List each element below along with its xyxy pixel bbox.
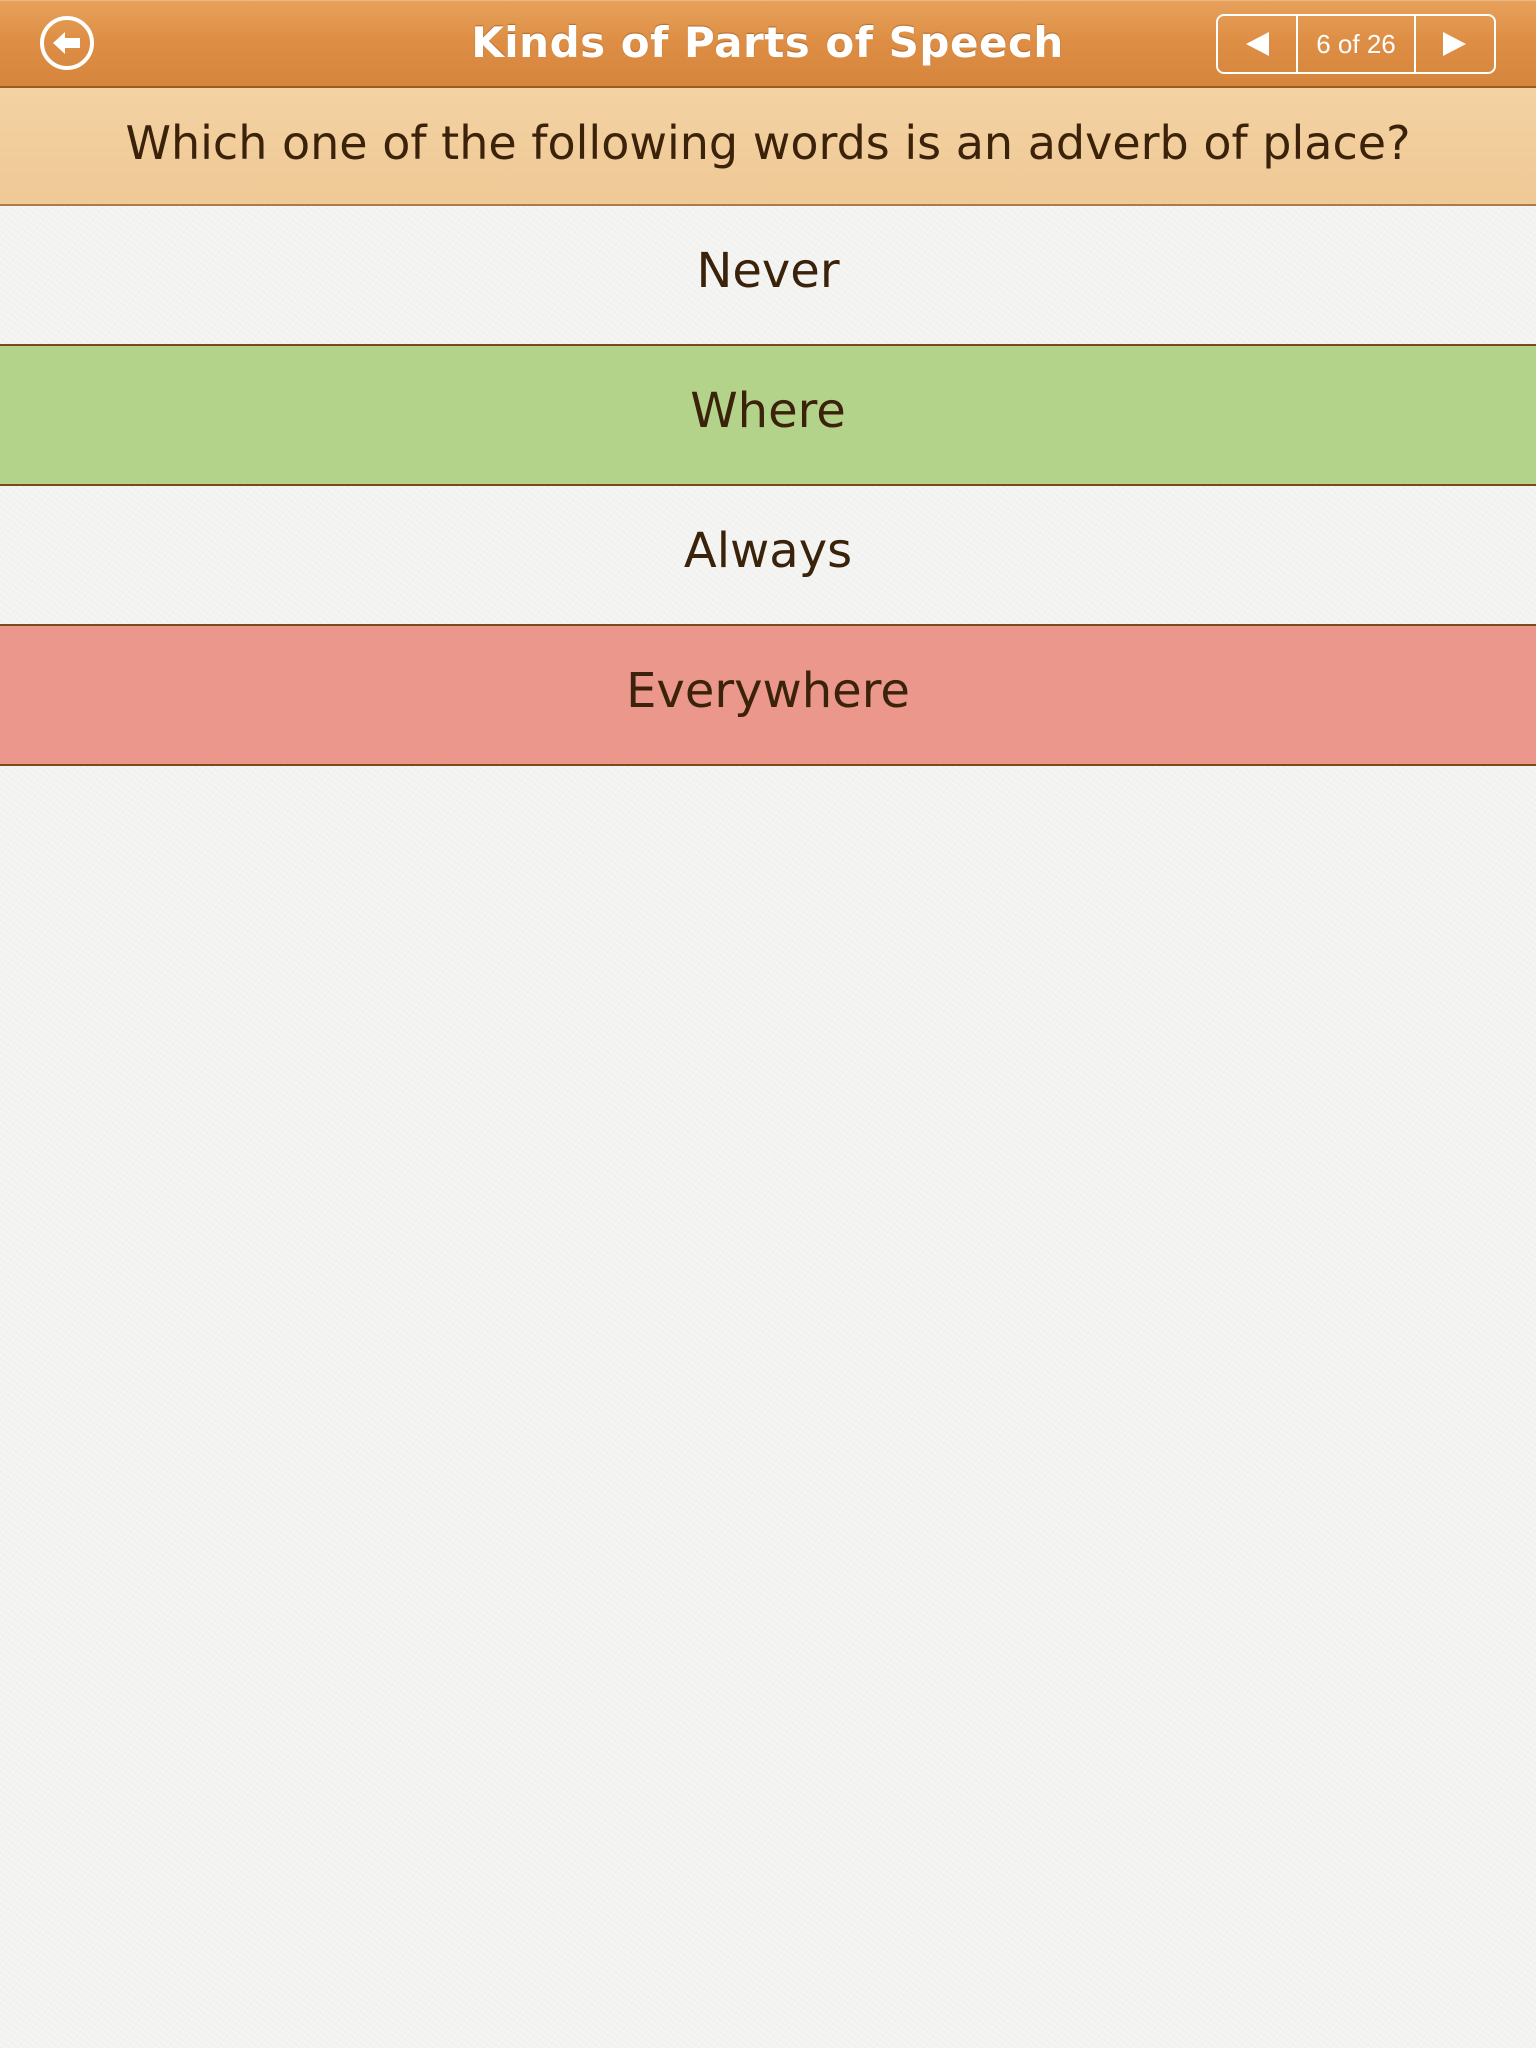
question-pager: 6 of 26 bbox=[1216, 14, 1496, 74]
navigation-bar: Kinds of Parts of Speech 6 of 26 bbox=[0, 0, 1536, 88]
triangle-left-icon bbox=[1246, 32, 1269, 56]
answer-option-always[interactable]: Always bbox=[0, 486, 1536, 626]
answer-option-where[interactable]: Where bbox=[0, 346, 1536, 486]
answer-label: Everywhere bbox=[626, 663, 910, 719]
answer-option-never[interactable]: Never bbox=[0, 206, 1536, 346]
question-banner: Which one of the following words is an a… bbox=[0, 88, 1536, 206]
next-question-button[interactable] bbox=[1414, 16, 1494, 72]
answer-label: Always bbox=[683, 523, 853, 579]
answer-label: Never bbox=[696, 243, 840, 299]
answer-label: Where bbox=[690, 383, 846, 439]
triangle-right-icon bbox=[1443, 32, 1466, 56]
previous-question-button[interactable] bbox=[1218, 16, 1298, 72]
page-title: Kinds of Parts of Speech bbox=[471, 18, 1064, 67]
page-indicator: 6 of 26 bbox=[1316, 29, 1396, 59]
question-text: Which one of the following words is an a… bbox=[125, 116, 1411, 170]
answer-option-everywhere[interactable]: Everywhere bbox=[0, 626, 1536, 766]
back-arrow-icon bbox=[53, 32, 80, 54]
answer-list: Never Where Always Everywhere bbox=[0, 206, 1536, 766]
back-button[interactable] bbox=[40, 16, 94, 70]
